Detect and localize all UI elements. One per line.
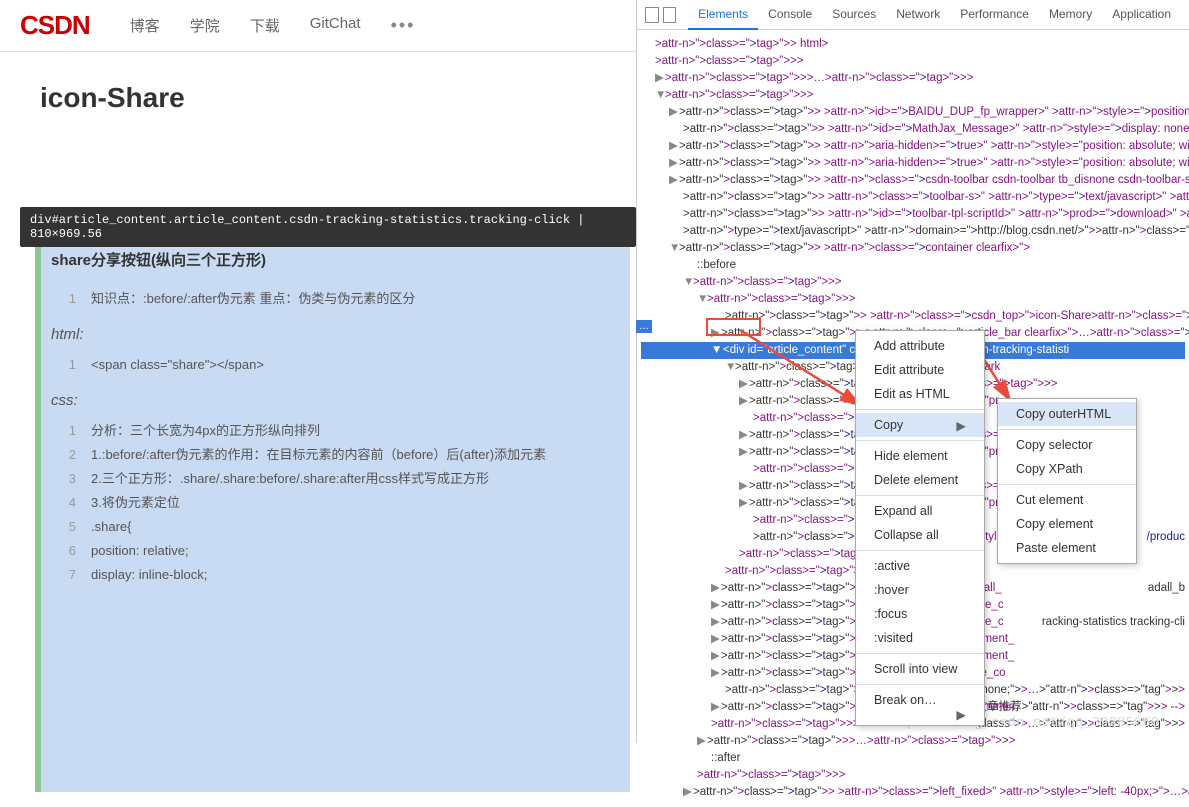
article-title: icon-Share: [0, 52, 636, 134]
inspect-tooltip: div#article_content.article_content.csdn…: [20, 207, 636, 247]
ctx-collapse-all[interactable]: Collapse all: [856, 523, 984, 547]
top-nav: 博客 学院 下载 GitChat •••: [130, 15, 416, 36]
ctx-cut-element[interactable]: Cut element: [998, 488, 1136, 512]
code-line: .share{: [91, 515, 620, 539]
gutter-marker: …: [636, 320, 652, 333]
ctx-hide-element[interactable]: Hide element: [856, 444, 984, 468]
nav-blog[interactable]: 博客: [130, 15, 160, 36]
inspect-icon[interactable]: [645, 7, 659, 23]
ctx-hover[interactable]: :hover: [856, 578, 984, 602]
ctx-add-attribute[interactable]: Add attribute: [856, 334, 984, 358]
site-logo[interactable]: CSDN: [20, 10, 90, 41]
ctx-focus[interactable]: :focus: [856, 602, 984, 626]
ctx-visited[interactable]: :visited: [856, 626, 984, 650]
code-line: display: inline-block;: [91, 563, 620, 587]
ctx-edit-attribute[interactable]: Edit attribute: [856, 358, 984, 382]
ctx-copy-selector[interactable]: Copy selector: [998, 433, 1136, 457]
ctx-copy[interactable]: Copy▶: [856, 413, 984, 437]
code-block-2: 1<span class="share"></span>: [41, 348, 630, 382]
code-block-1: 1知识点：:before/:after伪元素 重点：伪类与伪元素的区分: [41, 282, 630, 316]
nav-gitchat[interactable]: GitChat: [310, 15, 361, 36]
code-block-3: 1分析：三个长宽为4px的正方形纵向排列 21.:before/:after伪元…: [41, 414, 630, 592]
context-submenu-copy: Copy outerHTML Copy selector Copy XPath …: [997, 398, 1137, 564]
ctx-copy-xpath[interactable]: Copy XPath: [998, 457, 1136, 481]
code-line: position: relative;: [91, 539, 620, 563]
html-heading: html:: [41, 316, 630, 348]
devtools-header: Elements Console Sources Network Perform…: [637, 0, 1189, 30]
ctx-active[interactable]: :active: [856, 554, 984, 578]
article-content-highlight: share分享按钮(纵向三个正方形) 1知识点：:before/:after伪元…: [35, 232, 630, 792]
code-line: 分析：三个长宽为4px的正方形纵向排列: [91, 419, 620, 443]
code-line: 2.三个正方形：.share/.share:before/.share:afte…: [91, 467, 620, 491]
code-line: <span class="share"></span>: [91, 353, 620, 377]
css-heading: css:: [41, 382, 630, 414]
code-line: 知识点：:before/:after伪元素 重点：伪类与伪元素的区分: [91, 287, 620, 311]
tab-application[interactable]: Application: [1102, 0, 1181, 30]
context-menu: Add attribute Edit attribute Edit as HTM…: [855, 330, 985, 726]
tab-memory[interactable]: Memory: [1039, 0, 1102, 30]
ctx-scroll-into-view[interactable]: Scroll into view: [856, 657, 984, 681]
nav-more-icon[interactable]: •••: [391, 15, 416, 36]
tab-elements[interactable]: Elements: [688, 0, 758, 30]
ctx-copy-element[interactable]: Copy element: [998, 512, 1136, 536]
tab-network[interactable]: Network: [886, 0, 950, 30]
ctx-delete-element[interactable]: Delete element: [856, 468, 984, 492]
tab-performance[interactable]: Performance: [950, 0, 1039, 30]
ctx-expand-all[interactable]: Expand all: [856, 499, 984, 523]
code-line: 3.将伪元素定位: [91, 491, 620, 515]
ctx-copy-outerhtml[interactable]: Copy outerHTML: [998, 402, 1136, 426]
devtools-tabs: Elements Console Sources Network Perform…: [688, 0, 1181, 30]
tab-console[interactable]: Console: [758, 0, 822, 30]
nav-academy[interactable]: 学院: [190, 15, 220, 36]
device-toggle-icon[interactable]: [663, 7, 677, 23]
nav-download[interactable]: 下载: [250, 15, 280, 36]
code-line: 1.:before/:after伪元素的作用：在目标元素的内容前（before）…: [91, 443, 620, 467]
ctx-paste-element[interactable]: Paste element: [998, 536, 1136, 560]
ctx-break-on[interactable]: Break on…▶: [856, 688, 984, 712]
ctx-edit-as-html[interactable]: Edit as HTML: [856, 382, 984, 406]
chevron-right-icon: ▶: [956, 707, 966, 722]
chevron-right-icon: ▶: [956, 418, 966, 433]
tab-sources[interactable]: Sources: [822, 0, 886, 30]
article-pane: icon-Share 7 div#article_content.article…: [0, 52, 636, 743]
